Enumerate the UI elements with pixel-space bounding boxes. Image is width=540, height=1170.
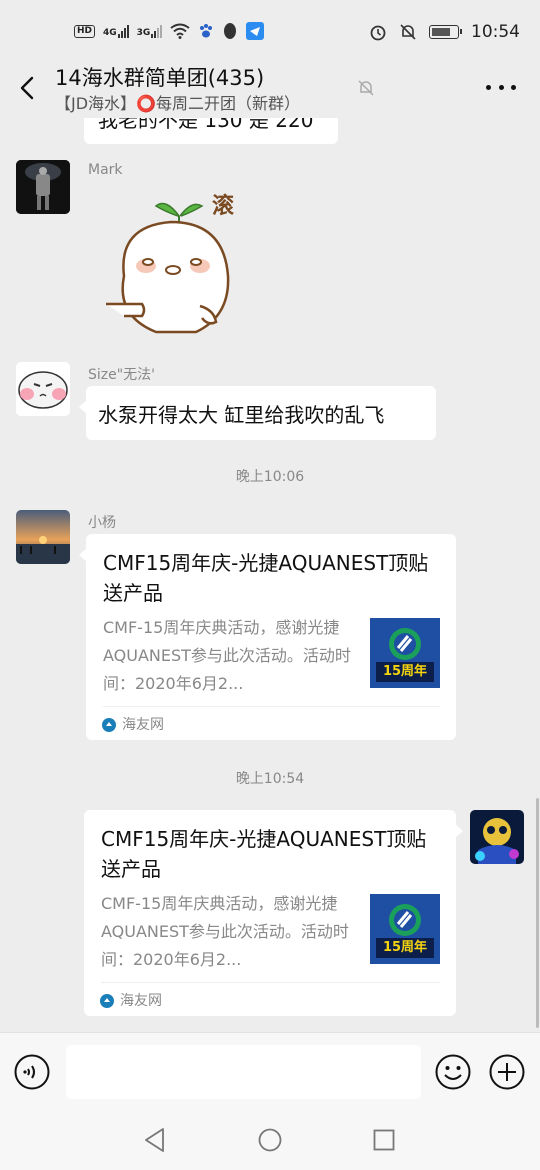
nav-home-icon[interactable] xyxy=(258,1128,282,1152)
qq-penguin-icon xyxy=(224,23,237,39)
timestamp: 晚上10:54 xyxy=(235,771,305,787)
card-source: 海友网 xyxy=(122,717,164,733)
mute-bell-icon xyxy=(400,24,416,40)
more-icon[interactable] xyxy=(486,72,516,102)
sticker-text: 滚 xyxy=(212,194,235,219)
link-card[interactable]: CMF15周年庆-光捷AQUANEST顶贴送产品 CMF-15周年庆典活动，感谢… xyxy=(79,534,456,740)
sender-name: 小杨 xyxy=(88,515,116,531)
source-logo-icon xyxy=(100,994,114,1008)
system-nav-bar xyxy=(0,1112,540,1170)
signal-4g: 4G xyxy=(103,24,129,38)
signal-3g: 3G xyxy=(137,24,163,38)
status-left: HD 4G 3G xyxy=(74,22,265,40)
avatar-mark[interactable] xyxy=(16,160,70,214)
chat-subtitle: 【JD海水】⭕每周二开团（新群） xyxy=(55,94,300,113)
thumbnail-label: 15周年 xyxy=(382,664,428,679)
hd-badge: HD xyxy=(74,24,96,38)
paw-icon xyxy=(200,24,213,38)
nav-recent-icon[interactable] xyxy=(373,1129,395,1151)
sticker-gundam[interactable]: 滚 xyxy=(96,186,246,346)
chat-header: 14海水群简单团(435) 【JD海水】⭕每周二开团（新群） xyxy=(0,62,540,118)
avatar-image xyxy=(470,810,524,864)
card-divider xyxy=(103,706,440,707)
message-bubble[interactable]: 水泵开得太大 缸里给我吹的乱飞 xyxy=(79,386,436,440)
card-title: CMF15周年庆-光捷AQUANEST顶贴送产品 xyxy=(101,827,427,881)
chat-title: 14海水群简单团(435) xyxy=(55,66,265,90)
signal-bars-icon xyxy=(117,24,129,38)
sender-name: Size"无法' xyxy=(88,367,156,383)
card-title: CMF15周年庆-光捷AQUANEST顶贴送产品 xyxy=(103,551,429,605)
message-list[interactable]: 我老的不是 130 是 220 Mark 滚 Size"无法' 水泵开得太大 缸… xyxy=(0,118,540,1032)
emoji-icon[interactable] xyxy=(435,1054,471,1090)
signal-bars-icon xyxy=(151,24,163,38)
back-arrow-icon[interactable] xyxy=(14,72,42,104)
message-text: 我老的不是 130 是 220 xyxy=(98,118,314,132)
source-logo-icon xyxy=(102,718,116,732)
thumbnail-label: 15周年 xyxy=(382,940,428,955)
scrollbar[interactable] xyxy=(536,798,539,1028)
clock: 10:54 xyxy=(471,22,520,42)
voice-icon[interactable] xyxy=(14,1054,50,1090)
card-divider xyxy=(101,982,440,983)
status-bar: HD 4G 3G 10:54 xyxy=(0,0,540,62)
avatar-me[interactable] xyxy=(470,810,524,864)
message-input[interactable] xyxy=(66,1045,421,1099)
link-card[interactable]: CMF15周年庆-光捷AQUANEST顶贴送产品 CMF-15周年庆典活动，感谢… xyxy=(84,810,463,1016)
message-bubble-partial[interactable]: 我老的不是 130 是 220 xyxy=(84,118,338,144)
avatar-size[interactable] xyxy=(16,362,70,416)
avatar-image xyxy=(16,362,70,416)
bell-off-icon xyxy=(358,80,374,96)
alarm-icon xyxy=(370,25,386,41)
avatar-image xyxy=(16,160,70,214)
card-description: CMF-15周年庆典活动，感谢光捷AQUANEST参与此次活动。活动时间：202… xyxy=(101,894,349,969)
message-text: 水泵开得太大 缸里给我吹的乱飞 xyxy=(98,403,385,427)
wifi-icon xyxy=(170,23,190,39)
card-thumbnail: 15周年 xyxy=(370,618,440,688)
card-source: 海友网 xyxy=(120,993,162,1009)
battery-level xyxy=(432,28,451,36)
plus-icon[interactable] xyxy=(489,1054,525,1090)
avatar-image xyxy=(16,510,70,564)
nav-back-icon[interactable] xyxy=(143,1127,167,1153)
card-description: CMF-15周年庆典活动，感谢光捷AQUANEST参与此次活动。活动时间：202… xyxy=(103,618,351,693)
status-right: 10:54 xyxy=(369,22,520,42)
app-notification-icon xyxy=(246,22,265,40)
avatar-xiaoyang[interactable] xyxy=(16,510,70,564)
timestamp: 晚上10:06 xyxy=(235,469,305,485)
card-thumbnail: 15周年 xyxy=(370,894,440,964)
sender-name: Mark xyxy=(88,162,123,178)
battery-icon xyxy=(429,25,462,39)
input-bar xyxy=(0,1032,540,1112)
